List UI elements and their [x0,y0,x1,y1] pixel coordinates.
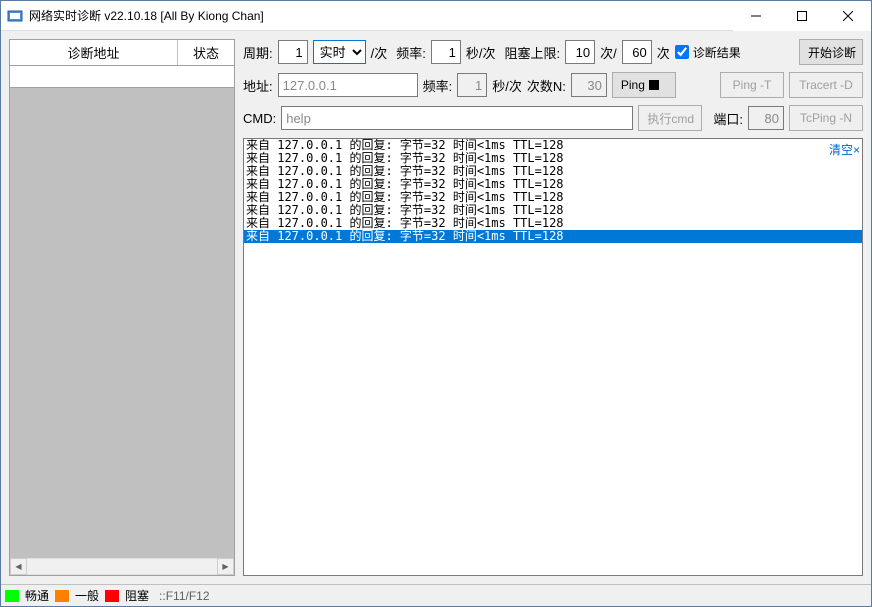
col-address-header[interactable]: 诊断地址 [10,40,178,65]
addr-label: 地址: [243,76,273,95]
left-header: 诊断地址 状态 [9,39,235,66]
start-diagnosis-button[interactable]: 开始诊断 [799,39,863,65]
titlebar: 网络实时诊断 v22.10.18 [All By Kiong Chan] [1,1,871,31]
clear-link[interactable]: 清空× [829,141,860,158]
port-input[interactable] [748,106,784,130]
freq2-label: 频率: [423,76,453,95]
tcping-button[interactable]: TcPing -N [789,105,863,131]
scroll-right-icon[interactable]: ▶ [217,558,234,575]
address-list[interactable]: ◀ ▶ [9,88,235,576]
maximize-button[interactable] [779,1,825,31]
countn-label: 次数N: [527,76,566,95]
window-controls [733,1,871,30]
swatch-good-icon [5,590,19,602]
block-b-unit: 次 [657,43,670,62]
col-status-header[interactable]: 状态 [178,40,234,65]
cmd-input[interactable] [281,106,633,130]
block-label: 阻塞上限: [505,43,561,62]
ping-t-button[interactable]: Ping -T [720,72,784,98]
app-icon [7,8,23,24]
ping-button[interactable]: Ping [612,72,676,98]
address-entry-input[interactable] [10,66,234,87]
block-a-input[interactable] [565,40,595,64]
cmd-label: CMD: [243,111,276,126]
tracert-button[interactable]: Tracert -D [789,72,863,98]
left-panel: 诊断地址 状态 ◀ ▶ [9,39,235,576]
output-area[interactable]: 清空× 来自 127.0.0.1 的回复: 字节=32 时间<1ms TTL=1… [243,138,863,576]
swatch-bad-icon [105,590,119,602]
freq-input[interactable] [431,40,461,64]
port-label: 端口: [713,109,743,128]
scroll-left-icon[interactable]: ◀ [10,558,27,575]
block-b-input[interactable] [622,40,652,64]
diag-result-label: 诊断结果 [693,44,741,61]
body-area: 诊断地址 状态 ◀ ▶ 周期: 实时 /次 频率: [1,31,871,584]
settings-row-3: CMD: 执行cmd 端口: TcPing -N [243,105,863,131]
output-lines[interactable]: 来自 127.0.0.1 的回复: 字节=32 时间<1ms TTL=128来自… [244,139,862,575]
exec-cmd-button[interactable]: 执行cmd [638,105,702,131]
scroll-track[interactable] [27,558,217,575]
ping-button-label: Ping [621,78,645,92]
block-a-unit: 次/ [600,43,617,62]
realtime-select[interactable]: 实时 [313,40,366,64]
legend-good: 畅通 [25,587,49,604]
freq-unit-label: 秒/次 [466,43,496,62]
right-panel: 周期: 实时 /次 频率: 秒/次 阻塞上限: 次/ 次 诊断结果 开始诊断 地… [243,39,863,576]
per-unit-label: /次 [371,43,388,62]
settings-row-1: 周期: 实时 /次 频率: 秒/次 阻塞上限: 次/ 次 诊断结果 开始诊断 [243,39,863,65]
stop-square-icon [649,80,659,90]
minimize-button[interactable] [733,1,779,31]
freq2-unit: 秒/次 [492,76,522,95]
swatch-mid-icon [55,590,69,602]
settings-row-2: 地址: 频率: 秒/次 次数N: Ping Ping -T Tracert -D [243,72,863,98]
freq-label: 频率: [396,43,426,62]
diag-result-checkbox[interactable]: 诊断结果 [675,44,741,61]
output-line[interactable]: 来自 127.0.0.1 的回复: 字节=32 时间<1ms TTL=128 [244,230,862,243]
statusbar: 畅通 一般 阻塞 ::F11/F12 [1,584,871,606]
addr-input[interactable] [278,73,418,97]
app-window: 网络实时诊断 v22.10.18 [All By Kiong Chan] 诊断地… [0,0,872,607]
hotkey-hint: ::F11/F12 [159,589,209,603]
freq2-input[interactable] [457,73,487,97]
period-input[interactable] [278,40,308,64]
left-input-row [9,66,235,88]
countn-input[interactable] [571,73,607,97]
h-scrollbar[interactable]: ◀ ▶ [10,558,234,575]
period-label: 周期: [243,43,273,62]
legend-bad: 阻塞 [125,587,149,604]
window-title: 网络实时诊断 v22.10.18 [All By Kiong Chan] [29,7,733,24]
close-button[interactable] [825,1,871,31]
legend-mid: 一般 [75,587,99,604]
